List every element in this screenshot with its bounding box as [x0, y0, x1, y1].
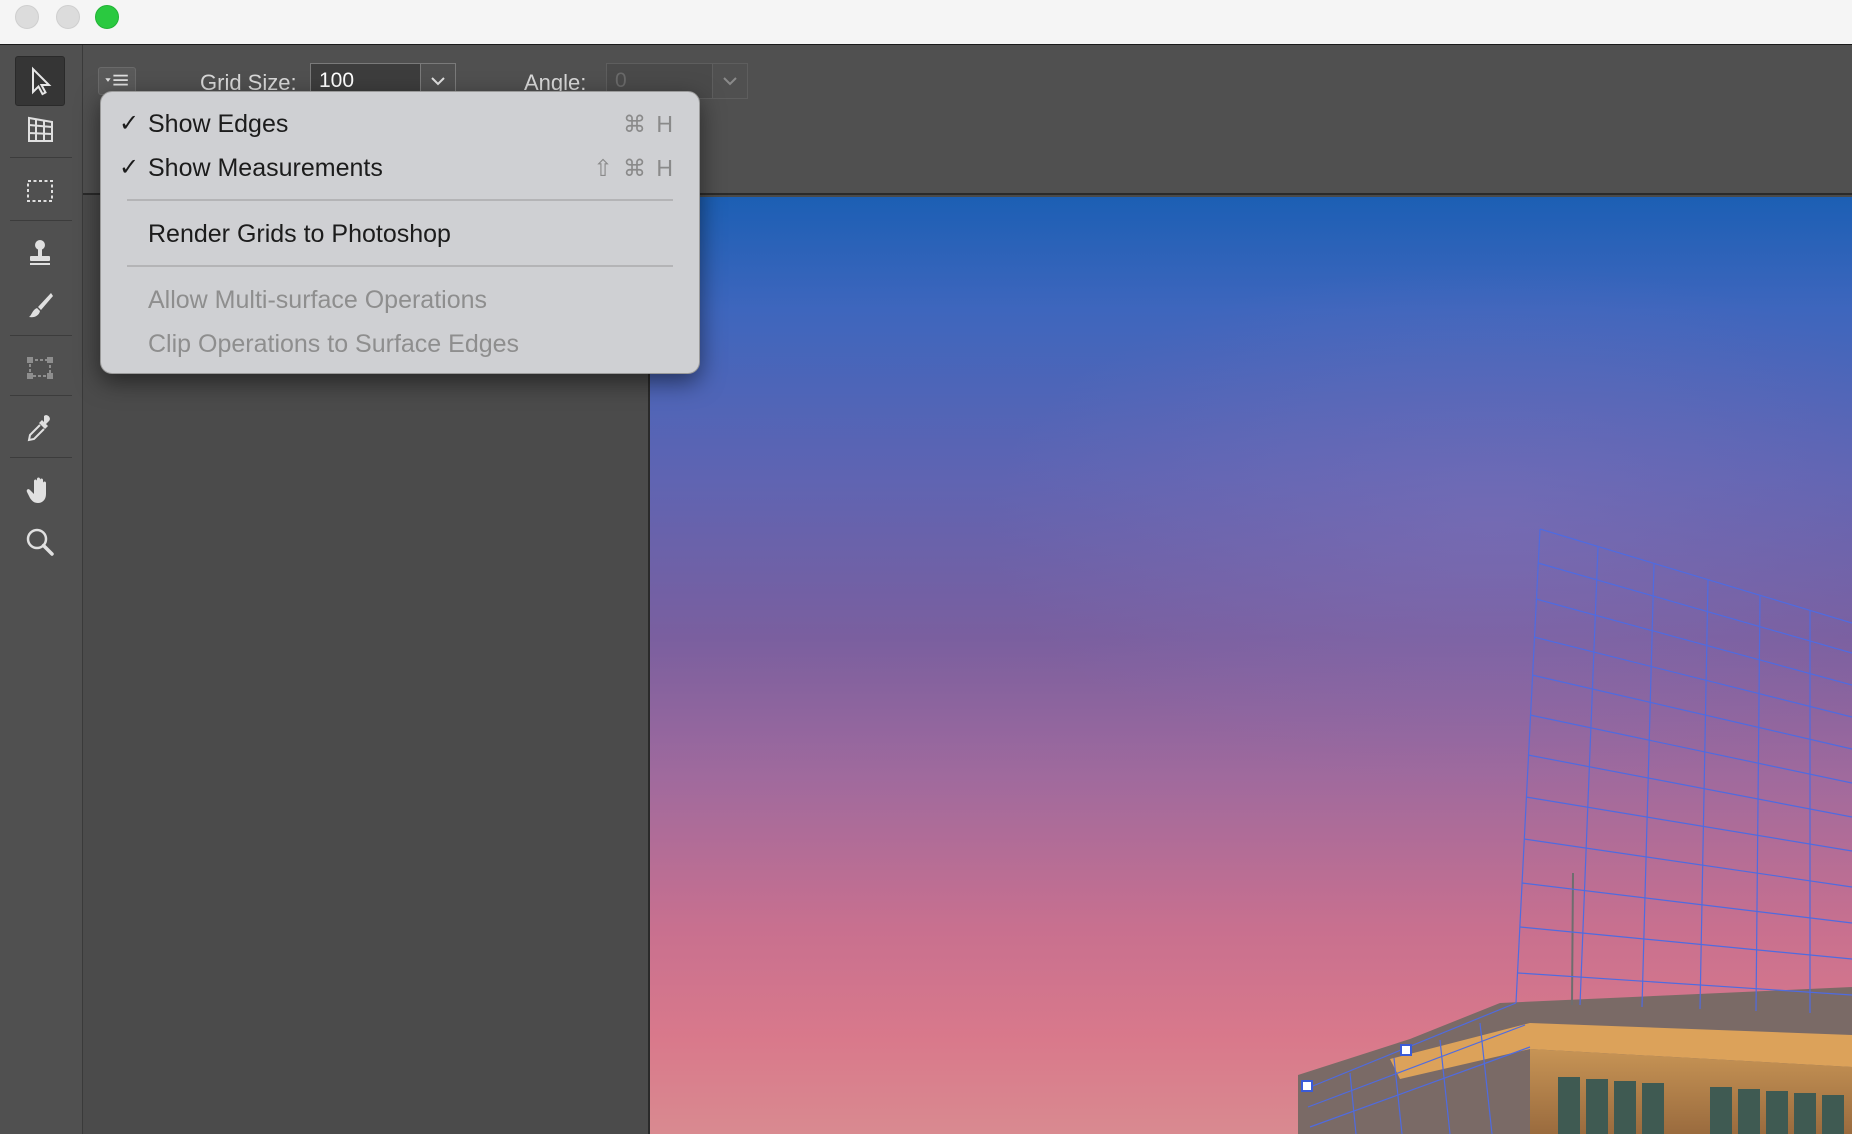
title-bar [0, 0, 1852, 45]
eyedropper-tool-icon [27, 415, 50, 442]
transform-tool-button[interactable] [15, 343, 65, 393]
zoom-tool-icon [26, 528, 54, 556]
menu-item-label: Render Grids to Photoshop [148, 220, 451, 248]
chevron-down-icon [431, 77, 445, 86]
menu-item-clip-operations: Clip Operations to Surface Edges [101, 325, 699, 363]
menu-separator [127, 265, 673, 267]
chevron-down-icon [723, 77, 737, 86]
brush-tool-button[interactable] [15, 280, 65, 330]
stamp-tool-icon [30, 240, 50, 265]
menu-separator [127, 199, 673, 201]
image-canvas[interactable] [650, 197, 1852, 1134]
zoom-tool-button[interactable] [15, 517, 65, 567]
plane-handle[interactable] [1400, 1044, 1412, 1056]
stamp-tool-button[interactable] [15, 228, 65, 278]
window-close-button[interactable] [15, 5, 39, 29]
selection-tool-button[interactable] [15, 56, 65, 106]
menu-item-label: Show Edges [148, 110, 289, 138]
hand-tool-button[interactable] [15, 465, 65, 515]
perspective-plane [1298, 528, 1852, 1134]
selection-tool-icon [32, 66, 52, 96]
hand-tool-icon [26, 477, 46, 503]
menu-item-shortcut: ⇧ ⌘ H [593, 155, 675, 181]
checkmark-icon: ✓ [119, 110, 140, 137]
options-popup-menu: ✓ Show Edges ⌘ H ✓ Show Measurements ⇧ ⌘… [100, 91, 700, 374]
menu-item-show-edges[interactable]: ✓ Show Edges ⌘ H [101, 105, 699, 143]
window-minimize-button[interactable] [56, 5, 80, 29]
transform-tool-icon [27, 357, 53, 379]
tool-bar [0, 45, 83, 1134]
menu-item-label: Allow Multi-surface Operations [148, 286, 488, 314]
checkmark-icon: ✓ [119, 154, 140, 181]
plane-handle[interactable] [1301, 1080, 1313, 1092]
menu-item-show-measurements[interactable]: ✓ Show Measurements ⇧ ⌘ H [101, 149, 699, 187]
brush-tool-icon [29, 293, 53, 318]
create-plane-tool-button[interactable] [15, 104, 65, 154]
marquee-tool-icon [27, 180, 53, 202]
marquee-tool-button[interactable] [15, 166, 65, 216]
create-plane-tool-icon [28, 116, 53, 142]
angle-dropdown[interactable] [712, 63, 748, 99]
window-zoom-button[interactable] [95, 5, 119, 29]
grid-plane-vertical [1515, 528, 1852, 1013]
menu-icon [105, 74, 128, 86]
antenna [1571, 872, 1574, 1006]
menu-item-render-grids[interactable]: Render Grids to Photoshop [101, 215, 699, 253]
eyedropper-tool-button[interactable] [15, 403, 65, 453]
menu-item-shortcut: ⌘ H [623, 111, 675, 137]
menu-item-label: Show Measurements [148, 154, 383, 182]
menu-item-allow-multi-surface: Allow Multi-surface Operations [101, 281, 699, 319]
menu-item-label: Clip Operations to Surface Edges [148, 330, 520, 358]
